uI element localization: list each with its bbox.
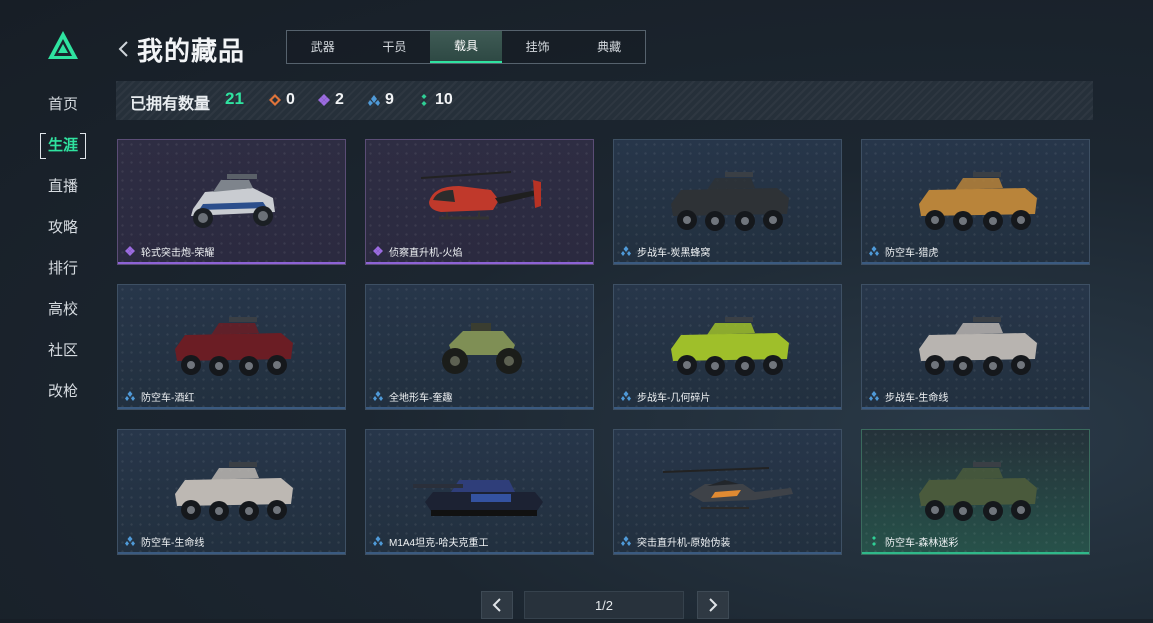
nav-item-rankings[interactable]: 排行 [38,256,88,282]
nav-item-home[interactable]: 首页 [38,92,88,118]
blue-rarity-icon [621,536,631,546]
attack-helicopter-icon [659,454,799,530]
vehicle-name: 突击直升机-原始伪装 [637,538,731,549]
vehicle-name: 步战车-几何碎片 [637,393,711,404]
rarity-stat-blue: 9 [368,91,394,109]
vehicle-card[interactable]: 突击直升机-原始伪装 [613,429,842,555]
tab-collection[interactable]: 典藏 [573,31,645,63]
tab-charms[interactable]: 挂饰 [502,31,574,63]
green-dots-icon [421,94,427,106]
vehicle-name: 防空车-森林迷彩 [885,538,959,549]
aa-vehicle-icon [163,309,303,385]
blue-diamond-icon [368,95,380,106]
rarity-count: 9 [385,91,394,108]
vehicle-card[interactable]: M1A4坦克-哈夫克重工 [365,429,594,555]
buggy-icon [163,164,303,240]
nav-item-career[interactable]: 生涯 [38,133,88,159]
owned-stats-bar: 已拥有数量 21 0 2 9 10 [116,81,1093,120]
rarity-stat-purple: 2 [318,91,344,109]
chevron-left-icon [492,598,501,612]
tab-weapons[interactable]: 武器 [287,31,359,63]
next-page-button[interactable] [697,591,729,619]
orange-diamond-icon [269,94,281,106]
owned-label: 已拥有数量 [130,96,211,113]
blue-rarity-icon [125,536,135,546]
rarity-count: 2 [335,91,344,108]
blue-rarity-icon [621,246,631,256]
vehicle-name: M1A4坦克-哈夫克重工 [389,538,489,549]
ifv-icon [659,309,799,385]
blue-rarity-icon [869,391,879,401]
atv-icon [411,309,551,385]
owned-total: 21 [225,89,244,108]
nav-item-live[interactable]: 直播 [38,174,88,200]
sidebar: 首页 生涯 直播 攻略 排行 高校 社区 改枪 [0,0,108,619]
prev-page-button[interactable] [481,591,513,619]
aa-vehicle-icon [907,454,1047,530]
blue-rarity-icon [125,391,135,401]
vehicle-name: 防空车-猎虎 [885,248,939,259]
aa-vehicle-icon [907,164,1047,240]
blue-rarity-icon [373,391,383,401]
vehicle-card[interactable]: 步战车-炭黑蜂窝 [613,139,842,265]
ifv-icon [659,164,799,240]
vehicle-card[interactable]: 侦察直升机-火焰 [365,139,594,265]
green-rarity-icon [869,536,879,546]
category-tabs: 武器 干员 载具 挂饰 典藏 [286,30,646,64]
vehicle-card[interactable]: 防空车-猎虎 [861,139,1090,265]
vehicle-name: 防空车-酒红 [141,393,195,404]
vehicle-card[interactable]: 步战车-几何碎片 [613,284,842,410]
vehicle-card[interactable]: 步战车-生命线 [861,284,1090,410]
vehicle-name: 步战车-生命线 [885,393,949,404]
chevron-left-icon[interactable] [116,40,130,58]
vehicle-card[interactable]: 全地形车-奎趣 [365,284,594,410]
rarity-stat-green: 10 [418,91,453,109]
purple-rarity-icon [125,246,135,256]
vehicle-card[interactable]: 防空车-森林迷彩 [861,429,1090,555]
tab-operators[interactable]: 干员 [359,31,431,63]
nav-item-gunsmith[interactable]: 改枪 [38,379,88,405]
chevron-right-icon [709,598,718,612]
rarity-stat-orange: 0 [269,91,295,109]
ifv-icon [907,309,1047,385]
helicopter-icon [411,164,551,240]
vehicle-name: 防空车-生命线 [141,538,205,549]
purple-diamond-icon [318,94,330,106]
tab-vehicles[interactable]: 载具 [430,31,502,63]
vehicle-card[interactable]: 轮式突击炮-荣耀 [117,139,346,265]
purple-rarity-icon [373,246,383,256]
vehicle-name: 侦察直升机-火焰 [389,248,463,259]
vehicle-name: 步战车-炭黑蜂窝 [637,248,711,259]
nav-item-colleges[interactable]: 高校 [38,297,88,323]
blue-rarity-icon [373,536,383,546]
blue-rarity-icon [621,391,631,401]
aa-vehicle-icon [163,454,303,530]
page-indicator: 1/2 [524,591,684,619]
tank-icon [411,454,551,530]
nav-item-guides[interactable]: 攻略 [38,215,88,241]
rarity-count: 10 [435,91,453,108]
blue-rarity-icon [869,246,879,256]
vehicle-name: 全地形车-奎趣 [389,393,453,404]
vehicle-card[interactable]: 防空车-酒红 [117,284,346,410]
rarity-count: 0 [286,91,295,108]
vehicle-name: 轮式突击炮-荣耀 [141,248,215,259]
page-title: 我的藏品 [137,36,246,66]
nav-item-community[interactable]: 社区 [38,338,88,364]
vehicle-card[interactable]: 防空车-生命线 [117,429,346,555]
app-logo-icon[interactable] [47,30,79,60]
